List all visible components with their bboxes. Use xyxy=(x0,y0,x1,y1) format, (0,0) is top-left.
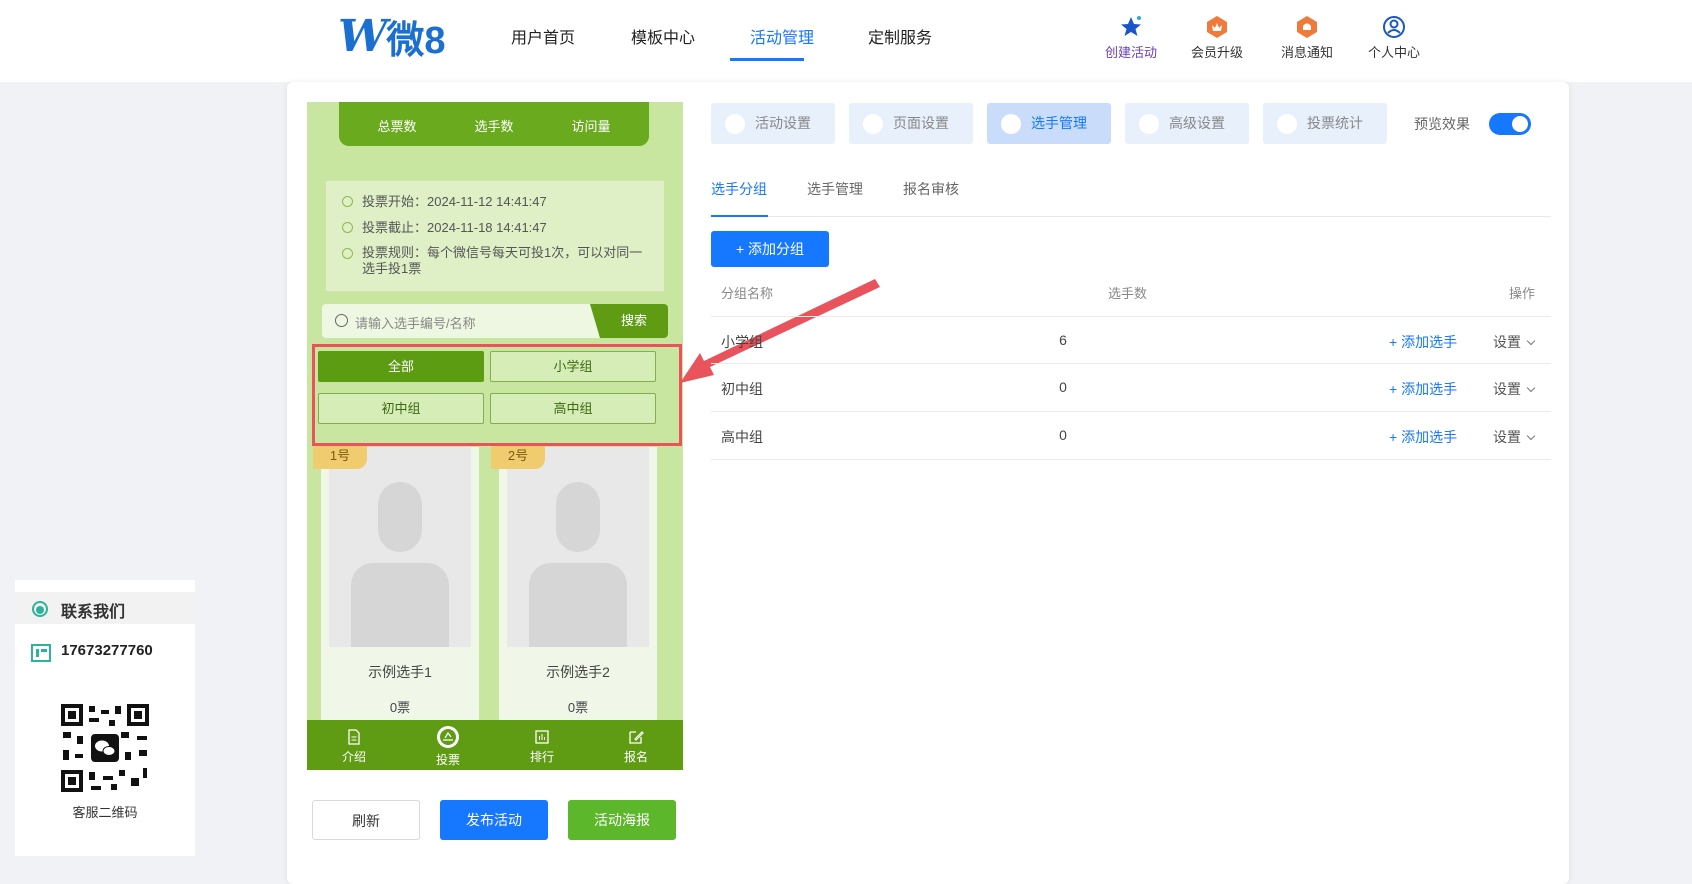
row-settings-dropdown[interactable]: 设置 xyxy=(1493,332,1536,352)
tab-page-settings[interactable]: 页面设置 xyxy=(849,103,973,144)
group-primary-button[interactable]: 小学组 xyxy=(490,351,656,382)
contestant-votes: 0票 xyxy=(389,700,411,715)
contestant-photo xyxy=(507,447,649,647)
qr-code-label: 客服二维码 xyxy=(72,805,138,820)
edit-icon xyxy=(629,731,644,744)
page-icon xyxy=(863,114,883,134)
subtab-review[interactable]: 报名审核 xyxy=(903,179,959,199)
group-filter-highlight: 全部 小学组 初中组 高中组 xyxy=(312,344,682,446)
contestant-number: 2号 xyxy=(491,446,545,469)
search-icon xyxy=(335,314,348,327)
poster-button[interactable]: 活动海报 xyxy=(568,800,676,840)
contestant-search: 请输入选手编号/名称 搜索 xyxy=(322,304,668,338)
preview-toggle[interactable] xyxy=(1489,113,1531,135)
info-icon xyxy=(342,248,353,259)
publish-button[interactable]: 发布活动 xyxy=(440,800,548,840)
user-icon xyxy=(1383,16,1405,38)
document-icon xyxy=(348,729,360,745)
chevron-down-icon xyxy=(1526,336,1536,346)
personal-center-button[interactable]: 个人中心 xyxy=(1359,14,1429,61)
clock-icon xyxy=(342,222,353,233)
add-contestant-link[interactable]: + 添加选手 xyxy=(1389,427,1457,447)
subtab-divider xyxy=(711,216,1551,217)
tab-contestant-manage[interactable]: 选手管理 xyxy=(987,103,1111,144)
vote-icon xyxy=(437,726,459,748)
vote-info-box: 投票开始：2024-11-12 14:41:47 投票截止：2024-11-18… xyxy=(325,180,665,292)
create-activity-button[interactable]: 创建活动 xyxy=(1096,14,1166,61)
stat-total-votes: 总票数 xyxy=(377,119,417,134)
chevron-down-icon xyxy=(1526,383,1536,393)
contestant-votes: 0票 xyxy=(567,700,589,715)
tab-advanced-settings[interactable]: 高级设置 xyxy=(1125,103,1249,144)
search-input[interactable]: 请输入选手编号/名称 xyxy=(355,313,476,332)
refresh-button[interactable]: 刷新 xyxy=(312,800,420,840)
bell-icon xyxy=(1297,16,1317,38)
group-senior-button[interactable]: 高中组 xyxy=(490,393,656,424)
mobile-preview: 总票数 选手数 访问量 投票开始：2024-11-12 14:41:47 投票截… xyxy=(307,102,683,770)
tab-intro[interactable]: 介绍 xyxy=(307,720,401,770)
add-group-button[interactable]: + 添加分组 xyxy=(711,231,829,267)
person-icon xyxy=(1001,114,1021,134)
top-bar: W 微8 用户首页 模板中心 活动管理 定制服务 创建活动 会员升级 消息通知 … xyxy=(0,0,1692,82)
chart-icon xyxy=(535,730,549,744)
qr-code-image xyxy=(59,702,151,794)
tab-signup[interactable]: 报名 xyxy=(589,720,683,770)
stats-icon xyxy=(1277,114,1297,134)
contestant-photo xyxy=(329,447,471,647)
stats-bar: 总票数 选手数 访问量 xyxy=(339,102,649,146)
search-button[interactable]: 搜索 xyxy=(590,304,668,338)
subtab-contestants[interactable]: 选手管理 xyxy=(807,179,863,199)
contact-header: 联系我们 xyxy=(15,592,195,624)
crown-icon xyxy=(1207,16,1227,38)
add-contestant-link[interactable]: + 添加选手 xyxy=(1389,332,1457,352)
contact-widget: 联系我们 17673277760 客服二维码 xyxy=(15,580,195,856)
row-settings-dropdown[interactable]: 设置 xyxy=(1493,427,1536,447)
row-settings-dropdown[interactable]: 设置 xyxy=(1493,379,1536,399)
contestant-name: 示例选手2 xyxy=(546,664,610,680)
notifications-button[interactable]: 消息通知 xyxy=(1272,14,1342,61)
tab-vote-stats[interactable]: 投票统计 xyxy=(1263,103,1387,144)
group-junior-button[interactable]: 初中组 xyxy=(318,393,484,424)
chevron-down-icon xyxy=(1526,431,1536,441)
star-icon xyxy=(1121,16,1141,36)
col-count: 选手数 xyxy=(1108,286,1148,301)
subtab-active-underline xyxy=(711,215,768,217)
logo-mark: W xyxy=(338,10,387,62)
member-upgrade-button[interactable]: 会员升级 xyxy=(1182,14,1252,61)
col-group-name: 分组名称 xyxy=(721,286,774,301)
sliders-icon xyxy=(1139,114,1159,134)
vote-end: 投票截止：2024-11-18 14:41:47 xyxy=(362,220,547,235)
contestant-card[interactable]: 1号 示例选手1 0票 xyxy=(313,446,479,735)
col-actions: 操作 xyxy=(1509,286,1536,301)
stat-visits: 访问量 xyxy=(571,119,611,134)
group-all-button[interactable]: 全部 xyxy=(318,351,484,382)
vote-start: 投票开始：2024-11-12 14:41:47 xyxy=(362,194,547,209)
table-row: 高中组 0 + 添加选手 设置 xyxy=(711,412,1551,460)
contestant-number: 1号 xyxy=(313,446,367,469)
table-row: 初中组 0 + 添加选手 设置 xyxy=(711,364,1551,412)
plus-icon: + xyxy=(735,241,749,257)
headset-icon xyxy=(32,601,48,617)
mobile-tabbar: 介绍 投票 排行 报名 xyxy=(307,720,683,770)
stat-contestants: 选手数 xyxy=(474,119,514,134)
contact-phone: 17673277760 xyxy=(61,642,153,659)
heart-icon xyxy=(725,114,745,134)
logo-text: 微8 xyxy=(386,19,446,62)
add-contestant-link[interactable]: + 添加选手 xyxy=(1389,379,1457,399)
tab-activity-settings[interactable]: 活动设置 xyxy=(711,103,835,144)
table-row: 小学组 6 + 添加选手 设置 xyxy=(711,316,1551,364)
subtab-groups[interactable]: 选手分组 xyxy=(711,179,767,199)
contestant-name: 示例选手1 xyxy=(368,664,432,680)
vote-rule: 投票规则：每个微信号每天可投1次，可以对同一选手投1票 xyxy=(362,245,643,276)
nav-active-underline xyxy=(730,58,804,61)
logo[interactable]: W 微8 xyxy=(338,11,446,62)
tab-ranking[interactable]: 排行 xyxy=(495,720,589,770)
contestant-card[interactable]: 2号 示例选手2 0票 xyxy=(491,446,657,735)
tab-vote[interactable]: 投票 xyxy=(401,720,495,770)
preview-toggle-label: 预览效果 xyxy=(1414,116,1470,132)
clock-icon xyxy=(342,196,353,207)
phone-icon xyxy=(31,644,51,662)
